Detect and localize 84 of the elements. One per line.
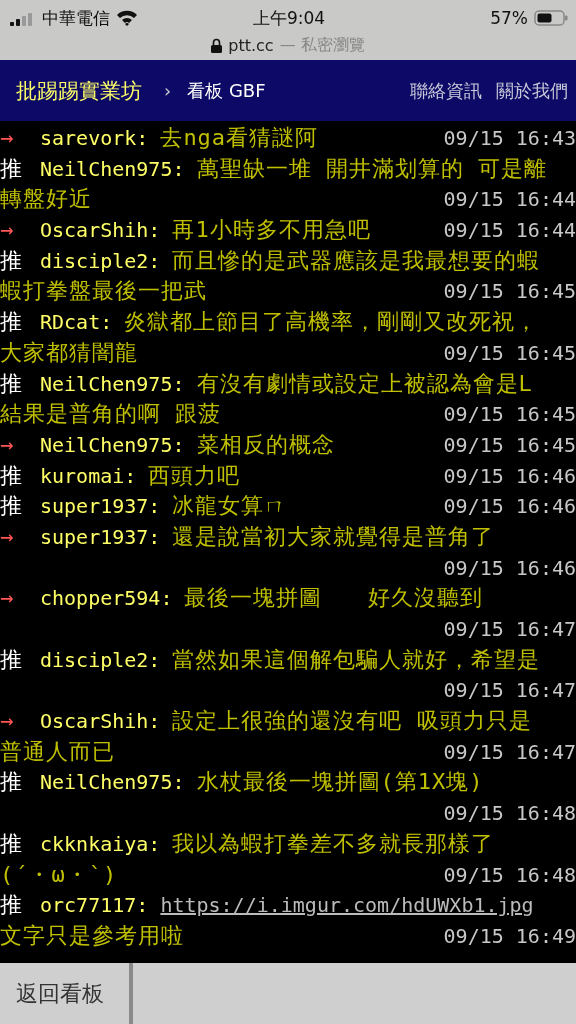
comment-user: disciple2: [40, 646, 161, 674]
comment-time: 09/15 16:45 [443, 431, 576, 459]
comment-user: NeilChen975: [40, 431, 185, 459]
arrow-tag: → [0, 706, 40, 737]
comment-text: 蝦打拳盤最後一把武 [0, 277, 207, 306]
comment-user: OscarShih: [40, 708, 161, 736]
comment-text: 再1小時多不用急吧 [172, 216, 371, 245]
comment-user: chopper594: [40, 585, 173, 613]
comment-text: 去nga看猜謎阿 [160, 124, 319, 152]
comment-text: 而且慘的是武器應該是我最想要的蝦 [172, 246, 541, 275]
push-tag: 推 [0, 491, 40, 522]
comment-time: 09/15 16:45 [443, 401, 576, 429]
comment-text: 有沒有劇情或設定上被認為會是L [196, 369, 533, 398]
wifi-icon [116, 10, 138, 26]
comment-time: 09/15 16:44 [443, 217, 576, 245]
push-tag: 推 [0, 245, 40, 277]
comment-text: 西頭力吧 [148, 461, 241, 490]
arrow-tag: → [0, 215, 40, 246]
comment-user: NeilChen975: [40, 370, 185, 398]
comment-time: 09/15 16:48 [443, 861, 576, 889]
comment-text: 當然如果這個解包騙人就好，希望是 [172, 645, 541, 674]
comment-user: super1937: [40, 493, 161, 521]
nav-link[interactable]: 關於我們 [496, 78, 568, 103]
comment-time: 09/15 16:45 [443, 278, 576, 306]
comment-text: 設定上很強的還沒有吧 吸頭力只是 [172, 707, 532, 736]
arrow-tag: → [0, 521, 40, 553]
comment-text: 萬聖缺一堆 開井滿划算的 可是離 [196, 154, 547, 183]
comment-user: OscarShih: [40, 217, 161, 245]
push-tag: 推 [0, 460, 40, 492]
address-domain[interactable]: ptt.cc [228, 35, 274, 55]
comment-user: NeilChen975: [40, 769, 185, 797]
push-tag: 推 [0, 828, 40, 860]
comment-text: 普通人而已 [0, 737, 115, 766]
comment-text: 冰龍女算ㄇ [172, 492, 288, 521]
comment-time: 09/15 16:47 [443, 738, 576, 766]
comment-text: 菜相反的概念 [196, 430, 335, 459]
push-tag: 推 [0, 307, 40, 338]
carrier-name: 中華電信 [42, 6, 110, 30]
push-tag: 推 [0, 644, 40, 676]
browsing-mode: — 私密瀏覽 [279, 34, 365, 56]
comment-time: 09/15 16:49 [443, 922, 576, 950]
comment-user: kuromai: [40, 462, 137, 490]
comment-time: 09/15 16:46 [443, 554, 576, 582]
comment-user: RDcat: [40, 309, 113, 337]
battery-percent: 57% [490, 8, 528, 28]
comment-text: 水杖最後一塊拼圖(第1X塊) [196, 768, 484, 797]
push-tag: 推 [0, 767, 40, 799]
breadcrumb-separator: › [164, 80, 172, 101]
comment-user: orc77117: [40, 892, 149, 920]
lock-icon [211, 37, 223, 53]
comment-user: super1937: [40, 523, 161, 551]
comment-user: disciple2: [40, 247, 161, 275]
push-tag: 推 [0, 890, 40, 921]
board-link[interactable]: 看板 GBF [187, 78, 396, 103]
comment-time: 09/15 16:46 [443, 493, 576, 521]
push-tag: 推 [0, 153, 40, 185]
comment-user: sarevork: [40, 125, 149, 152]
comment-text: 還是說當初大家就覺得是普角了 [172, 522, 495, 551]
comment-time: 09/15 16:44 [443, 186, 576, 214]
battery-icon [534, 10, 568, 26]
comment-user: ckknkaiya: [40, 830, 161, 858]
comment-time: 09/15 16:43 [443, 125, 576, 152]
nav-link[interactable]: 聯絡資訊 [410, 78, 482, 103]
comment-time: 09/15 16:47 [443, 616, 576, 643]
comment-time: 09/15 16:46 [443, 462, 576, 490]
arrow-tag: → [0, 123, 40, 154]
status-time: 上午9:04 [252, 6, 326, 30]
arrow-tag: → [0, 583, 40, 614]
site-logo[interactable]: 批踢踢實業坊 [16, 76, 142, 105]
comment-text: 轉盤好近 [0, 185, 92, 214]
comment-text: 文字只是參考用啦 [0, 921, 184, 950]
comment-time: 09/15 16:48 [443, 800, 576, 828]
comment-text: 大家都猜闇龍 [0, 338, 138, 367]
comment-text: 炎獄都上節目了高機率，剛剛又改死祝， [124, 308, 539, 337]
comment-text: (´・ω・`) [0, 860, 118, 889]
comment-text: 最後一塊拼圖 好久沒聽到 [184, 584, 484, 613]
comment-time: 09/15 16:47 [443, 677, 576, 705]
comment-user: NeilChen975: [40, 155, 185, 183]
comment-link[interactable]: https://i.imgur.com/hdUWXb1.jpg [160, 890, 534, 921]
arrow-tag: → [0, 429, 40, 461]
comment-text: 結果是普角的啊 跟菠 [0, 400, 222, 429]
push-tag: 推 [0, 368, 40, 400]
comment-time: 09/15 16:45 [443, 339, 576, 367]
comment-text: 我以為蝦打拳差不多就長那樣了 [172, 829, 495, 858]
